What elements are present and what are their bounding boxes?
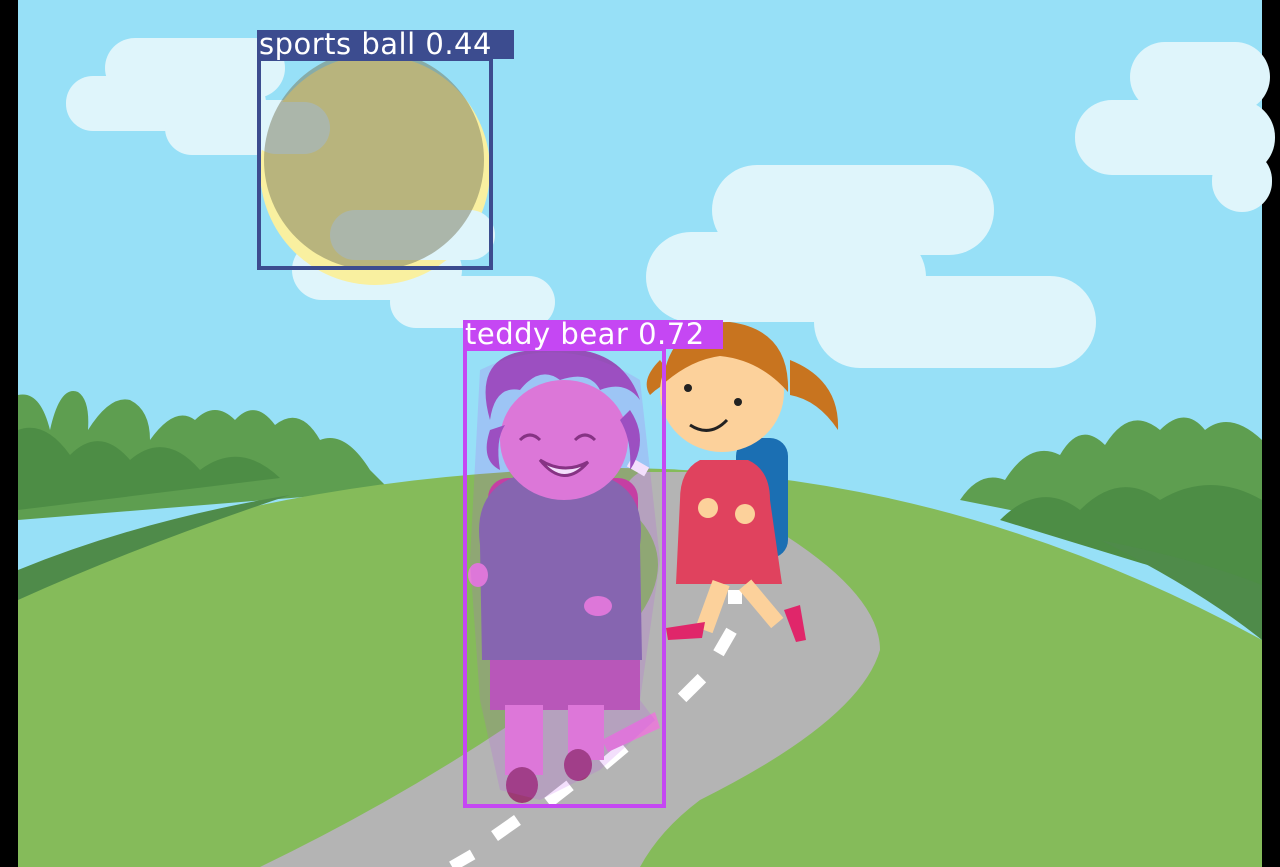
teddy-bear-bounding-box bbox=[463, 347, 666, 808]
sports-ball-bounding-box bbox=[257, 57, 493, 270]
sports-ball-label: sports ball 0.44 bbox=[257, 30, 514, 59]
teddy-bear-label: teddy bear 0.72 bbox=[463, 320, 723, 349]
